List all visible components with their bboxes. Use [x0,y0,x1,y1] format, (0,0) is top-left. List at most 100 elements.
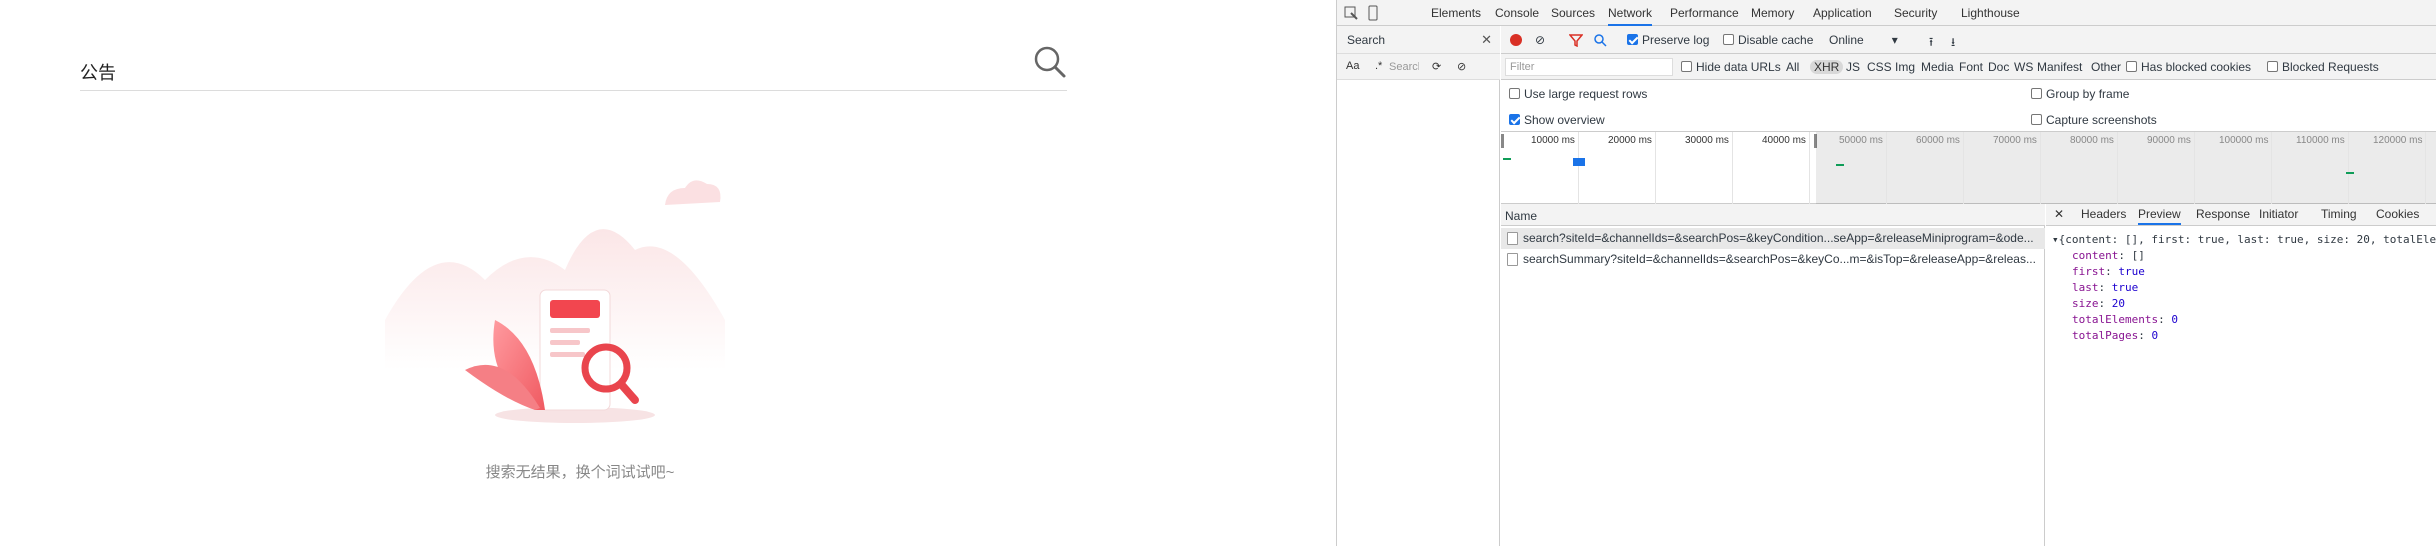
clear-log-icon[interactable]: ⊘ [1535,33,1545,47]
empty-result-illustration [385,180,725,423]
search-sidebar-header: Search ✕ [1337,26,1500,54]
network-panel: ⊘ Preserve log Disable cache Online ▾ ⭱ ⭳… [1501,26,2436,546]
overview-tick: 50000 ms [1839,132,1887,204]
search-field[interactable]: Search [1389,58,1419,76]
filter-type-js[interactable]: JS [1846,60,1860,74]
tab-response[interactable]: Response [2196,207,2250,221]
disable-cache-checkbox[interactable]: Disable cache [1723,33,1813,47]
tab-cookies[interactable]: Cookies [2376,207,2419,221]
overview-tick: 80000 ms [2070,132,2118,204]
filter-type-ws[interactable]: WS [2014,60,2033,74]
preserve-log-checkbox[interactable]: Preserve log [1627,33,1709,47]
json-line: first: true [2072,265,2145,278]
overview-tick: 60000 ms [1916,132,1964,204]
network-settings: Use large request rows Group by frame Sh… [1501,80,2436,132]
network-toolbar: ⊘ Preserve log Disable cache Online ▾ ⭱ ⭳ [1501,26,2436,54]
overview-left-handle[interactable] [1501,134,1504,148]
overview-request-bar [1503,158,1511,160]
document-icon [1507,253,1518,266]
filter-type-all[interactable]: All [1786,60,1799,74]
devtools-panel: Elements Console Sources Network Perform… [1337,0,2436,546]
overview-request-bar [2346,172,2354,174]
request-detail-panel: ✕ Headers Preview Response Initiator Tim… [2046,204,2436,546]
filter-type-doc[interactable]: Doc [1988,60,2009,74]
throttling-select[interactable]: Online ▾ [1829,33,1898,47]
tab-preview[interactable]: Preview [2138,207,2181,225]
tab-elements[interactable]: Elements [1431,0,1481,26]
detail-tabbar: ✕ Headers Preview Response Initiator Tim… [2046,204,2436,226]
inspect-element-icon[interactable] [1343,5,1359,21]
hide-data-urls-checkbox[interactable]: Hide data URLs [1681,60,1781,74]
close-detail-icon[interactable]: ✕ [2054,207,2064,221]
json-line: size: 20 [2072,297,2125,310]
column-header-name[interactable]: Name [1501,204,2045,226]
tab-sources[interactable]: Sources [1551,0,1595,26]
filter-input[interactable]: Filter [1505,58,1673,76]
refresh-icon[interactable]: ⟳ [1432,60,1441,73]
tab-timing[interactable]: Timing [2321,207,2357,221]
search-icon[interactable] [1593,33,1607,47]
overview-tick: 100000 ms [2219,132,2272,204]
filter-icon[interactable] [1569,33,1583,47]
overview-tick: 20000 ms [1608,132,1656,204]
close-icon[interactable]: ✕ [1481,32,1492,48]
search-icon[interactable] [1033,45,1067,79]
filter-type-manifest[interactable]: Manifest [2037,60,2082,74]
blocked-requests-checkbox[interactable]: Blocked Requests [2267,60,2379,74]
search-page: 公告 搜索无结果，换个词试试吧~ [0,0,1336,546]
capture-screenshots-checkbox[interactable]: Capture screenshots [2031,113,2157,127]
empty-result-text: 搜索无结果，换个词试试吧~ [485,464,675,481]
tab-headers[interactable]: Headers [2081,207,2126,221]
filter-type-media[interactable]: Media [1921,60,1954,74]
json-summary[interactable]: ▾{content: [], first: true, last: true, … [2052,232,2436,248]
filter-bar: Filter Hide data URLs All XHR JS CSS Img… [1501,54,2436,80]
json-preview: ▾{content: [], first: true, last: true, … [2052,232,2436,344]
import-har-icon[interactable]: ⭱ [1929,33,1933,54]
request-row[interactable]: searchSummary?siteId=&channelIds=&search… [1501,249,2045,270]
search-bar[interactable]: 公告 [80,45,1067,91]
has-blocked-cookies-checkbox[interactable]: Has blocked cookies [2126,60,2251,74]
document-icon [1507,232,1518,245]
devtools-tabbar: Elements Console Sources Network Perform… [1337,0,2436,26]
record-icon[interactable] [1509,33,1523,47]
export-har-icon[interactable]: ⭳ [1951,33,1955,54]
overview-tick: 70000 ms [1993,132,2041,204]
overview-tick: 90000 ms [2147,132,2195,204]
large-rows-checkbox[interactable]: Use large request rows [1509,87,1647,101]
filter-type-img[interactable]: Img [1895,60,1915,74]
overview-tick: 40000 ms [1762,132,1810,204]
tab-network[interactable]: Network [1608,0,1653,26]
filter-type-other[interactable]: Other [2091,60,2121,74]
tab-performance[interactable]: Performance [1670,0,1739,26]
tab-memory[interactable]: Memory [1751,0,1794,26]
show-overview-checkbox[interactable]: Show overview [1509,113,1605,127]
search-sidebar-title: Search [1347,33,1386,47]
search-sidebar-tools: Aa .* Search ⟳ ⊘ [1337,54,1500,80]
filter-type-font[interactable]: Font [1959,60,1983,74]
tab-console[interactable]: Console [1495,0,1539,26]
network-overview[interactable]: 10000 ms 20000 ms 30000 ms 40000 ms 5000… [1501,132,2436,204]
group-by-frame-checkbox[interactable]: Group by frame [2031,87,2129,101]
tab-application[interactable]: Application [1813,0,1872,26]
search-sidebar: Search ✕ Aa .* Search ⟳ ⊘ [1337,26,1500,546]
overview-tick: 30000 ms [1685,132,1733,204]
request-list: Name search?siteId=&channelIds=&searchPo… [1501,204,2045,546]
json-line: totalElements: 0 [2072,313,2178,326]
overview-request-bar [1836,164,1844,166]
overview-tick: 120000 ms [2373,132,2426,204]
json-line: content: [] [2072,249,2145,262]
match-case-button[interactable]: Aa [1346,60,1359,72]
overview-request-bar [1573,158,1585,166]
filter-type-css[interactable]: CSS [1867,60,1892,74]
overview-tick: 10000 ms [1531,132,1579,204]
request-row[interactable]: search?siteId=&channelIds=&searchPos=&ke… [1501,228,2045,249]
clear-icon[interactable]: ⊘ [1457,60,1466,73]
tab-security[interactable]: Security [1894,0,1937,26]
overview-tick: 110000 ms [2296,132,2349,204]
tab-initiator[interactable]: Initiator [2259,207,2298,221]
tab-lighthouse[interactable]: Lighthouse [1961,0,2020,26]
search-input[interactable]: 公告 [80,59,116,85]
device-toolbar-icon[interactable] [1365,5,1381,21]
filter-type-xhr[interactable]: XHR [1810,60,1844,74]
regex-button[interactable]: .* [1375,60,1382,72]
